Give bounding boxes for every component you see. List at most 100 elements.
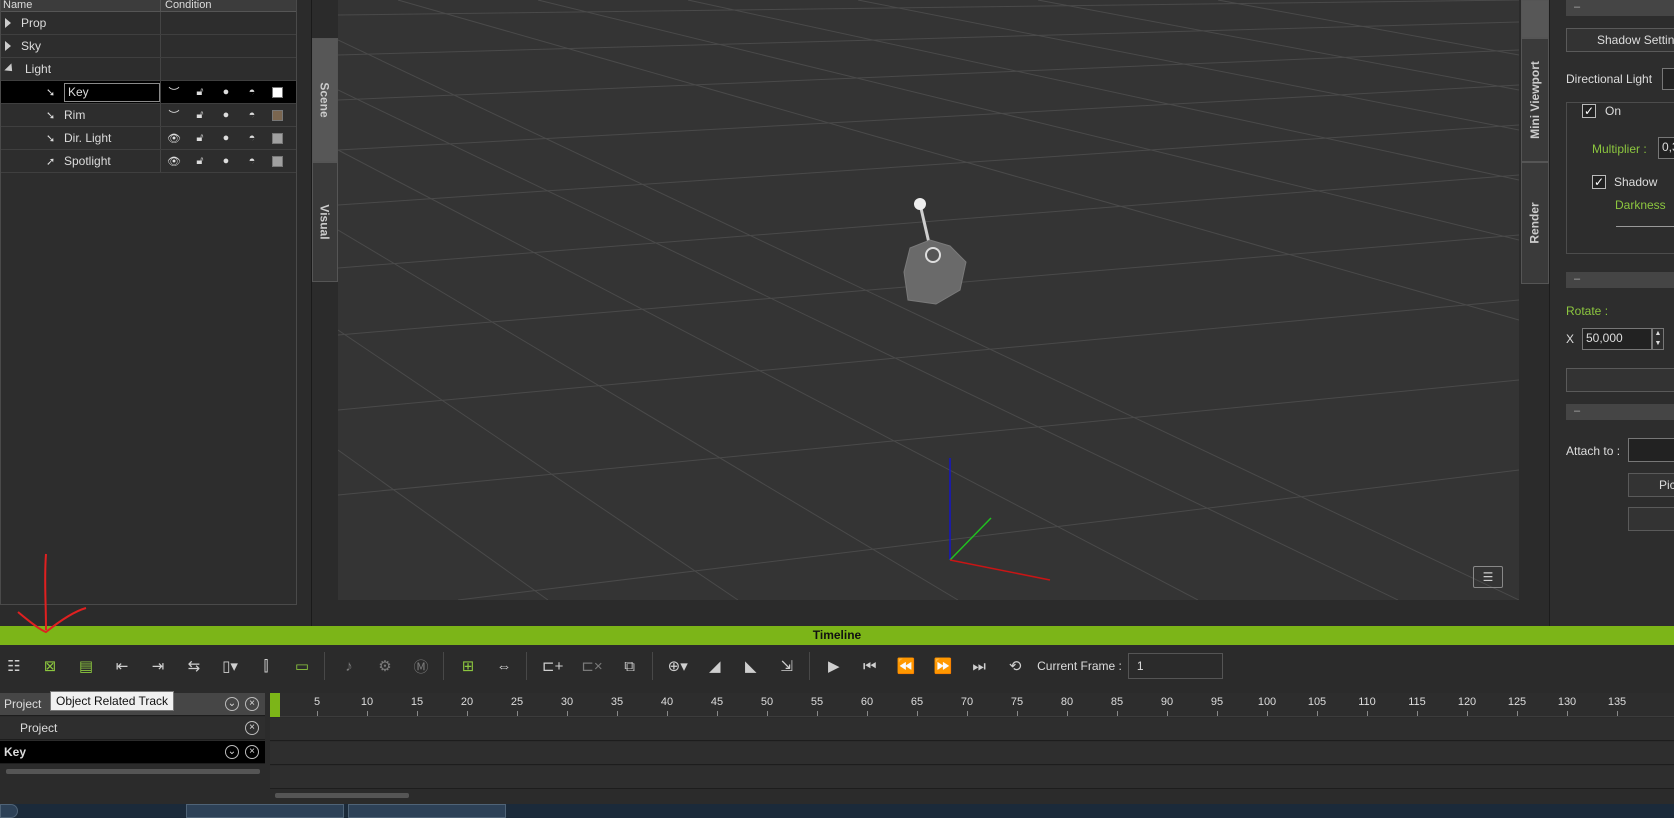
shadow-icon[interactable]: ◓ (239, 86, 265, 98)
light-color-swatch[interactable] (272, 132, 283, 144)
fit-range-icon[interactable]: ⇔ (490, 653, 518, 679)
comment-icon[interactable]: ☰ (1473, 566, 1503, 588)
timeline-scrollbar[interactable] (275, 793, 409, 798)
expand-arrow-icon[interactable] (5, 41, 11, 51)
tree-item-rename-field[interactable]: Key (64, 82, 160, 102)
shadow-icon[interactable]: ◓ (239, 132, 265, 144)
tree-row-dir-light[interactable]: ➘ Dir. Light 👁︎ 🔓︎ ● ◓ (1, 127, 296, 150)
next-frame-icon[interactable]: ⏩ (928, 653, 957, 679)
show-all-tracks-icon[interactable]: ▤ (72, 653, 100, 679)
section-collapse-bar[interactable]: – (1566, 272, 1674, 288)
attach-to-field[interactable] (1628, 438, 1674, 462)
shadow-checkbox[interactable]: ✓ (1592, 175, 1606, 189)
export-icon[interactable]: ⇲ (773, 653, 801, 679)
tab-modify[interactable] (1521, 0, 1549, 38)
start-button[interactable] (0, 804, 18, 818)
light-on-icon[interactable]: ● (213, 132, 239, 144)
blank-button[interactable] (1566, 368, 1674, 392)
track-view-icon[interactable]: ▭ (288, 653, 316, 679)
light-type-dropdown[interactable] (1662, 68, 1674, 90)
expand-track-icon[interactable]: ⌄ (225, 697, 239, 711)
close-track-icon[interactable]: × (245, 745, 259, 759)
multiplier-field[interactable]: 0,3 (1658, 137, 1674, 159)
go-to-end-icon[interactable]: ⏭ (965, 653, 993, 679)
section-collapse-bar[interactable]: – (1566, 0, 1674, 16)
light-on-icon[interactable]: ● (213, 155, 239, 167)
tab-scene[interactable]: Scene (312, 38, 338, 162)
previous-frame-icon[interactable]: ⏪ (892, 653, 921, 679)
tree-row-rim[interactable]: ➘ Rim ︶ 🔓︎ ● ◓ (1, 104, 296, 127)
expand-arrow-icon[interactable] (5, 18, 11, 28)
eye-icon[interactable]: 👁︎ (161, 155, 187, 168)
go-to-start-icon[interactable]: ⏮ (856, 653, 884, 679)
shadow-icon[interactable]: ◓ (239, 109, 265, 121)
3d-viewport[interactable]: ☰ (338, 0, 1519, 600)
detach-button[interactable] (1628, 507, 1674, 531)
hidden-eye-icon[interactable]: ︶ (161, 84, 187, 100)
close-track-icon[interactable]: × (245, 697, 259, 711)
tree-row-light[interactable]: Light (1, 58, 296, 81)
prev-key-icon[interactable]: ◢ (701, 653, 729, 679)
current-frame-field[interactable]: 1 (1127, 653, 1223, 679)
shadow-icon[interactable]: ◓ (239, 155, 265, 167)
key-light-gizmo[interactable] (903, 198, 967, 305)
section-collapse-bar[interactable]: – (1566, 404, 1674, 420)
shadow-settings-button[interactable]: Shadow Settin (1566, 28, 1674, 52)
expand-tracks-icon[interactable]: ⇆ (180, 653, 208, 679)
motion-layer-icon[interactable]: Ⓜ (407, 653, 435, 679)
insert-key-icon[interactable]: ⊞ (454, 653, 482, 679)
playhead[interactable] (270, 693, 280, 717)
col-condition-header[interactable]: Condition (161, 0, 296, 11)
track-row-selected[interactable]: Key ⌄ × (0, 741, 265, 764)
tree-row-prop[interactable]: Prop (1, 12, 296, 35)
track-list-scrollbar[interactable] (6, 769, 260, 774)
tab-mini-viewport[interactable]: Mini Viewport (1521, 38, 1549, 162)
add-track-icon[interactable]: ⇥ (144, 653, 172, 679)
close-track-icon[interactable]: × (245, 721, 259, 735)
clipboard-icon[interactable]: ▯▾ (216, 653, 244, 679)
unlock-icon[interactable]: 🔓︎ (187, 155, 213, 168)
collapse-arrow-icon[interactable] (4, 63, 16, 75)
align-icon[interactable]: ⫿ (252, 653, 280, 679)
hidden-eye-icon[interactable]: ︶ (161, 107, 187, 123)
tree-row-key[interactable]: ➘ Key ︶ 🔓︎ ● ◓ (1, 81, 296, 104)
on-checkbox[interactable]: ✓ (1582, 104, 1596, 118)
light-color-swatch[interactable] (272, 86, 283, 98)
taskbar-app-iclone[interactable] (348, 804, 506, 818)
track-lane[interactable] (270, 742, 1674, 765)
darkness-slider[interactable] (1616, 226, 1674, 227)
tree-row-sky[interactable]: Sky (1, 35, 296, 58)
tab-render[interactable]: Render (1521, 162, 1549, 284)
track-list-icon[interactable]: ☷ (0, 653, 28, 679)
light-color-swatch[interactable] (272, 109, 283, 121)
motion-icon[interactable]: ⚙ (371, 653, 399, 679)
next-key-icon[interactable]: ◣ (737, 653, 765, 679)
rotate-x-field[interactable]: 50,000 (1582, 328, 1652, 350)
light-color-swatch[interactable] (272, 155, 283, 167)
object-related-track-icon[interactable]: ⊠ (36, 653, 64, 679)
track-row[interactable]: Project × (0, 717, 265, 740)
eye-icon[interactable]: 👁︎ (161, 132, 187, 145)
taskbar-app-browser[interactable] (186, 804, 344, 818)
unlock-icon[interactable]: 🔓︎ (187, 109, 213, 122)
play-icon[interactable]: ▶ (820, 653, 848, 679)
unlock-icon[interactable]: 🔓︎ (187, 86, 213, 99)
unlock-icon[interactable]: 🔓︎ (187, 132, 213, 145)
tree-row-spotlight[interactable]: ➚ Spotlight 👁︎ 🔓︎ ● ◓ (1, 150, 296, 173)
pick-button[interactable]: Pic (1628, 473, 1674, 497)
collapse-tracks-icon[interactable]: ⇤ (108, 653, 136, 679)
transition-icon[interactable]: ⧉ (616, 653, 644, 679)
track-lane[interactable] (270, 766, 1674, 789)
music-note-icon[interactable]: ♪ (335, 653, 363, 679)
zoom-icon[interactable]: ⊕▾ (663, 653, 693, 679)
delete-frame-icon[interactable]: ⊏× (576, 653, 607, 679)
expand-track-icon[interactable]: ⌄ (225, 745, 239, 759)
loop-icon[interactable]: ⟲ (1001, 653, 1029, 679)
col-name-header[interactable]: Name (1, 0, 161, 11)
tab-visual[interactable]: Visual (312, 162, 338, 282)
timeline-ruler[interactable]: 5 10 15 20 25 30 35 40 45 50 55 60 65 70 75 80 85 90 95 100… (270, 693, 1674, 717)
track-lane[interactable] (270, 718, 1674, 741)
light-on-icon[interactable]: ● (213, 86, 239, 98)
insert-frame-icon[interactable]: ⊏+ (537, 653, 568, 679)
light-on-icon[interactable]: ● (213, 109, 239, 121)
